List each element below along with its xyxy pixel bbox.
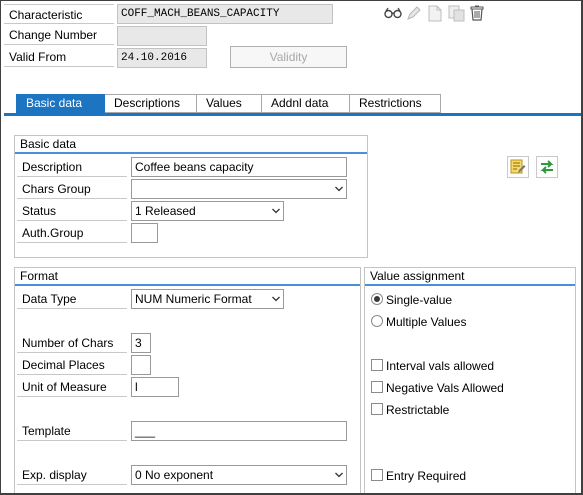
valid-from-label: Valid From — [4, 47, 114, 67]
status-value: 1 Released — [135, 204, 196, 218]
multiple-values-radio[interactable] — [371, 315, 383, 327]
num-chars-label: Number of Chars — [17, 333, 127, 353]
glasses-icon[interactable] — [383, 3, 403, 23]
restrictable-checkbox[interactable] — [371, 403, 383, 415]
tab-restrictions[interactable]: Restrictions — [350, 94, 441, 113]
decimal-places-label: Decimal Places — [17, 355, 127, 375]
negative-vals-label: Negative Vals Allowed — [386, 381, 504, 395]
template-input[interactable]: ___ — [131, 421, 347, 441]
data-type-select[interactable]: NUM Numeric Format — [131, 289, 284, 309]
auth-group-label: Auth.Group — [17, 223, 127, 243]
tab-descriptions[interactable]: Descriptions — [105, 94, 197, 113]
multiple-values-label: Multiple Values — [386, 315, 467, 329]
chars-group-label: Chars Group — [17, 179, 127, 199]
interval-vals-checkbox[interactable] — [371, 359, 383, 371]
exp-display-select[interactable]: 0 No exponent — [131, 465, 347, 485]
exp-display-label: Exp. display — [17, 465, 127, 485]
pencil-icon[interactable] — [404, 3, 424, 23]
restrictable-label: Restrictable — [386, 403, 450, 417]
copy-document-icon[interactable] — [446, 3, 466, 23]
description-input[interactable]: Coffee beans capacity — [131, 157, 347, 177]
single-value-radio[interactable] — [371, 293, 383, 305]
tab-strip: Basic data Descriptions Values Addnl dat… — [16, 94, 441, 113]
change-number-field[interactable] — [117, 26, 207, 46]
chevron-down-icon — [272, 208, 280, 214]
status-select[interactable]: 1 Released — [131, 201, 284, 221]
value-assignment-title: Value assignment — [365, 268, 575, 286]
unit-label: Unit of Measure — [17, 377, 127, 397]
interval-vals-label: Interval vals allowed — [386, 359, 495, 373]
description-label: Description — [17, 157, 127, 177]
trash-icon[interactable] — [467, 3, 487, 23]
status-label: Status — [17, 201, 127, 221]
tab-basic-data[interactable]: Basic data — [16, 94, 105, 113]
characteristic-field[interactable]: COFF_MACH_BEANS_CAPACITY — [117, 4, 333, 24]
valid-from-field[interactable]: 24.10.2016 — [117, 48, 207, 68]
data-type-label: Data Type — [17, 289, 127, 309]
entry-required-label: Entry Required — [386, 469, 467, 483]
switch-arrows-icon[interactable] — [536, 156, 558, 178]
single-value-label: Single-value — [386, 293, 453, 307]
tab-underline — [4, 113, 581, 116]
chars-group-select[interactable] — [131, 179, 347, 199]
template-label: Template — [17, 421, 127, 441]
new-document-icon[interactable] — [425, 3, 445, 23]
data-type-value: NUM Numeric Format — [135, 292, 252, 306]
chevron-down-icon — [335, 186, 343, 192]
format-title: Format — [15, 268, 360, 286]
unit-input[interactable]: l — [131, 377, 179, 397]
change-number-label: Change Number — [4, 25, 114, 45]
characteristic-label: Characteristic — [4, 4, 114, 24]
chevron-down-icon — [272, 296, 280, 302]
tab-addnl-data[interactable]: Addnl data — [262, 94, 350, 113]
decimal-places-input[interactable] — [131, 355, 151, 375]
auth-group-input[interactable] — [131, 223, 158, 243]
tab-values[interactable]: Values — [197, 94, 262, 113]
exp-display-value: 0 No exponent — [135, 468, 214, 482]
num-chars-input[interactable]: 3 — [131, 333, 151, 353]
entry-required-checkbox[interactable] — [371, 469, 383, 481]
basic-data-title: Basic data — [15, 136, 367, 154]
negative-vals-checkbox[interactable] — [371, 381, 383, 393]
window-frame: Characteristic COFF_MACH_BEANS_CAPACITY … — [0, 0, 583, 495]
validity-button[interactable]: Validity — [230, 46, 347, 68]
chevron-down-icon — [335, 472, 343, 478]
notes-edit-icon[interactable] — [507, 156, 529, 178]
